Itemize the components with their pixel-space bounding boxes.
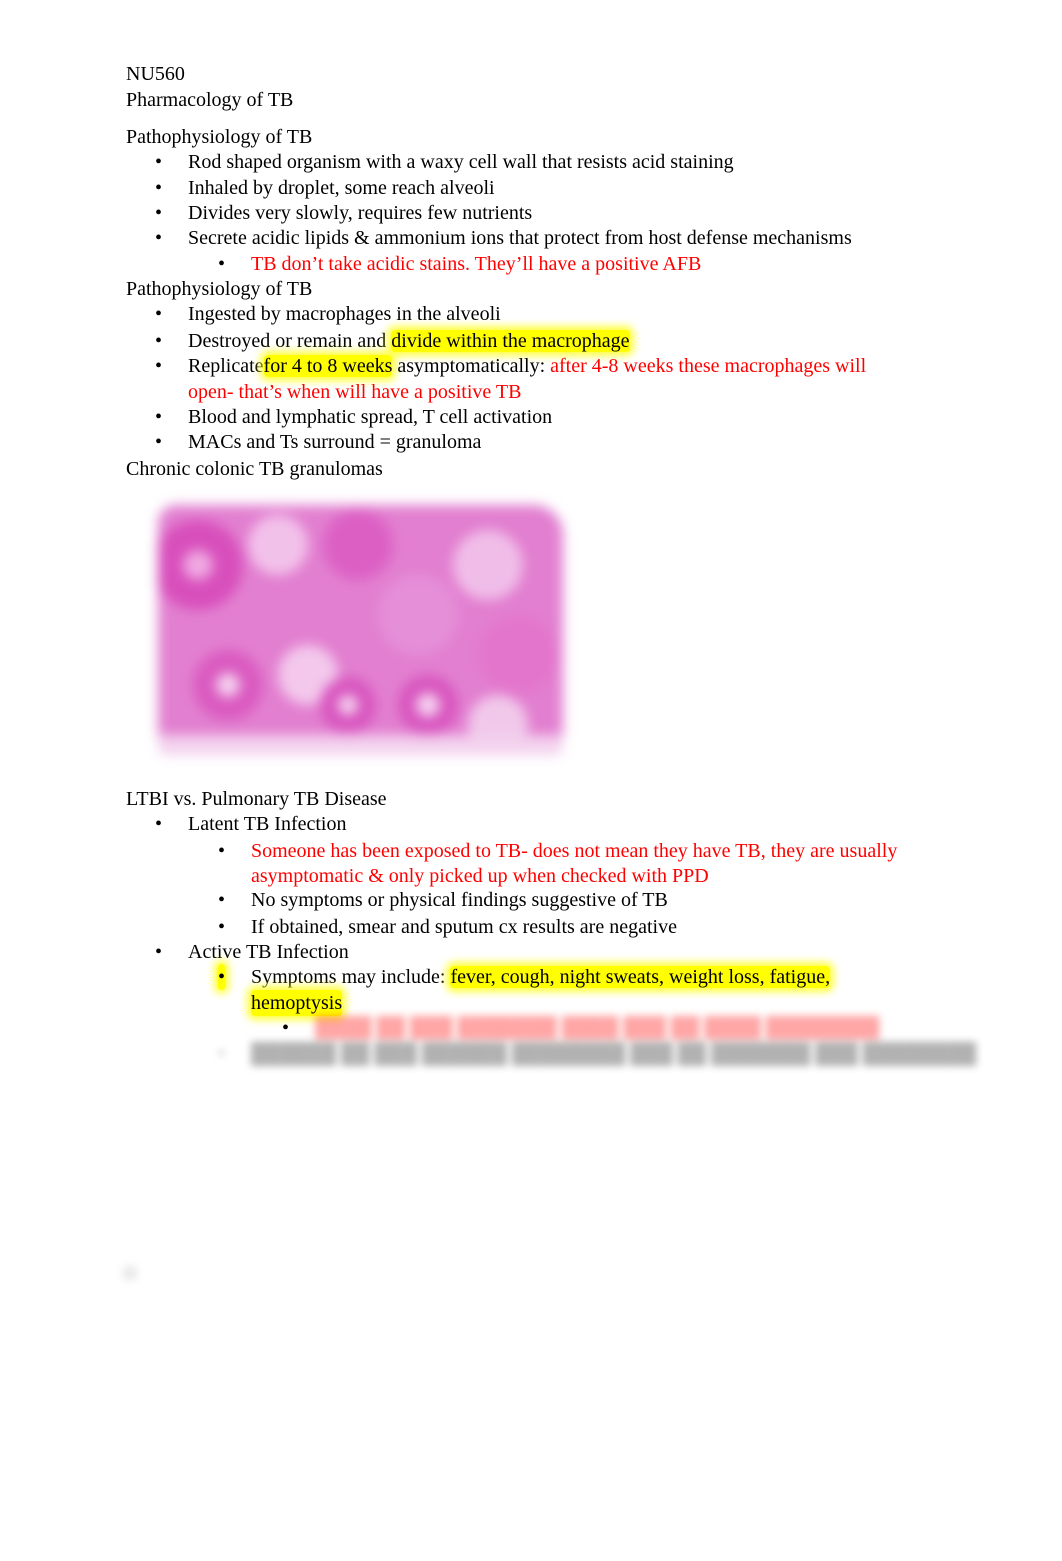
bullet-icon: • xyxy=(218,1043,226,1065)
bullet-icon: • xyxy=(282,1017,290,1039)
bullet-icon: • xyxy=(218,916,226,938)
document-title: Pharmacology of TB xyxy=(126,89,294,111)
bullet-icon: • xyxy=(155,151,163,173)
highlighted-text: divide within the macrophage xyxy=(391,330,630,352)
bullet-icon: • xyxy=(155,941,163,963)
histology-image xyxy=(158,505,563,755)
highlighted-text: for 4 to 8 weeks xyxy=(263,355,393,377)
section-heading-pathophysiology-2: Pathophysiology of TB xyxy=(126,278,313,300)
bullet-icon: • xyxy=(218,889,226,911)
section-heading-pathophysiology-1: Pathophysiology of TB xyxy=(126,126,313,148)
bullet-icon: • xyxy=(155,303,163,325)
course-code: NU560 xyxy=(126,63,185,85)
highlighted-text: hemoptysis xyxy=(251,990,343,1016)
blurred-page-mark xyxy=(122,1265,138,1281)
section-heading-ltbi: LTBI vs. Pulmonary TB Disease xyxy=(126,788,387,810)
bullet-icon: • xyxy=(155,406,163,428)
figure-caption: Chronic colonic TB granulomas xyxy=(126,458,383,480)
bullet-icon: • xyxy=(155,202,163,224)
bullet-icon: • xyxy=(155,177,163,199)
bullet-icon: • xyxy=(155,431,163,453)
bullet-icon: • xyxy=(218,253,226,275)
bullet-icon: • xyxy=(155,813,163,835)
bullet-icon: • xyxy=(218,840,226,862)
bullet-icon: • xyxy=(155,330,163,352)
bullet-icon: • xyxy=(155,355,163,377)
granuloma-image-graphic xyxy=(158,505,563,755)
bullet-icon: • xyxy=(155,227,163,249)
highlighted-text: fever, cough, night sweats, weight loss,… xyxy=(450,966,831,988)
bullet-icon: • xyxy=(218,964,226,990)
